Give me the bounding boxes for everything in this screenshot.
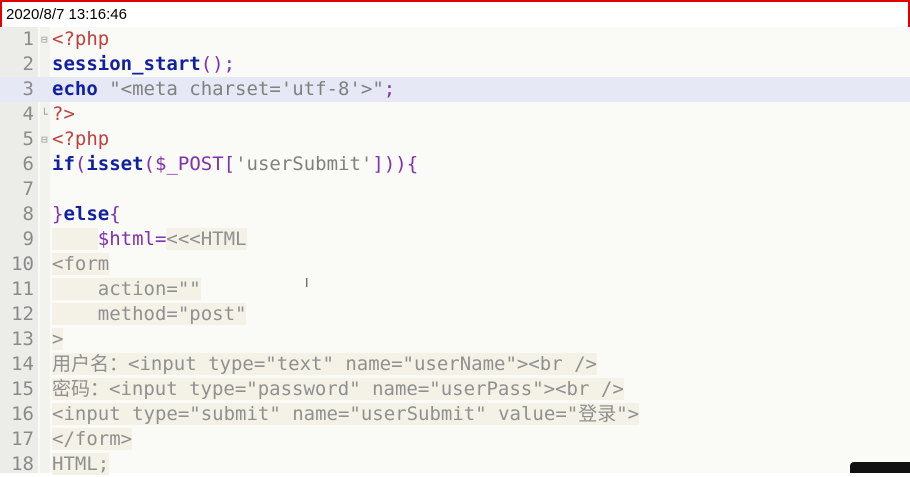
code-text[interactable]: <form <box>52 252 110 277</box>
code-token: method="post" <box>52 303 247 325</box>
code-token: ?> <box>52 103 75 125</box>
code-token: session_start <box>52 53 201 75</box>
line-number: 7 <box>22 178 34 200</box>
code-text[interactable]: $html=<<<HTML <box>52 227 247 252</box>
code-token: > <box>52 328 64 350</box>
line-number: 4 <box>22 103 34 125</box>
line-number: 18 <box>11 453 34 475</box>
line-number: 9 <box>22 228 34 250</box>
code-text[interactable]: > <box>52 327 64 352</box>
code-token: ( <box>143 153 155 175</box>
code-token: { <box>109 203 121 225</box>
code-token: <<<HTML <box>166 228 247 250</box>
line-number: 1 <box>22 28 34 50</box>
code-line[interactable]: 16 <input type="submit" name="userSubmit"… <box>0 402 910 427</box>
code-line[interactable]: 8}else{ <box>0 202 910 227</box>
code-line[interactable]: 6 if(isset($_POST['userSubmit'])){ <box>0 152 910 177</box>
code-line[interactable]: 13 > <box>0 327 910 352</box>
text-cursor-icon: I <box>305 276 309 290</box>
code-token: = <box>154 228 167 250</box>
code-line[interactable]: 4 └ ?> <box>0 102 910 127</box>
code-token <box>52 228 98 250</box>
fold-toggle-icon[interactable]: ⊟ <box>41 127 48 152</box>
code-token: if <box>52 153 75 175</box>
line-number: 6 <box>22 153 34 175</box>
line-number: 15 <box>11 378 34 400</box>
code-token: $html <box>97 228 155 250</box>
code-line[interactable]: 18 HTML; <box>0 452 910 477</box>
code-token: action="" <box>52 278 201 300</box>
fold-toggle-icon[interactable]: ⊟ <box>41 27 48 52</box>
code-token: } <box>52 203 64 225</box>
code-token: isset <box>86 153 144 175</box>
code-line[interactable]: 9 $html=<<<HTML <box>0 227 910 252</box>
overlay-badge <box>850 462 910 473</box>
code-text[interactable]: method="post" <box>52 302 247 327</box>
code-line[interactable]: 5 ⊟ <?php <box>0 127 910 152</box>
code-line[interactable]: 10 <form <box>0 252 910 277</box>
code-text[interactable]: action="" <box>52 277 201 302</box>
code-line[interactable]: 15 密码：<input type="password" name="userPa… <box>0 377 910 402</box>
code-text[interactable]: <?php <box>52 27 109 52</box>
timestamp-text: 2020/8/7 13:16:46 <box>6 6 127 23</box>
code-line[interactable]: 3 echo "<meta charset='utf-8'>"; <box>0 77 910 102</box>
code-text[interactable]: if(isset($_POST['userSubmit'])){ <box>52 152 418 177</box>
line-number: 16 <box>11 403 34 425</box>
code-token: ; <box>383 78 396 100</box>
fold-toggle-icon[interactable]: └ <box>41 102 48 127</box>
line-number: 8 <box>22 203 34 225</box>
code-token: (); <box>200 53 236 75</box>
code-text[interactable]: <input type="submit" name="userSubmit" v… <box>52 402 640 427</box>
code-line[interactable]: 2 session_start(); <box>0 52 910 77</box>
line-number: 3 <box>22 78 34 100</box>
code-text[interactable]: HTML; <box>52 452 110 477</box>
code-text[interactable]: 用户名：<input type="text" name="userName"><… <box>52 352 597 377</box>
code-text[interactable]: </form> <box>52 427 133 452</box>
code-line[interactable]: 17 </form> <box>0 427 910 452</box>
code-text[interactable]: 密码：<input type="password" name="userPass… <box>52 377 624 402</box>
code-token: <?php <box>52 28 110 50</box>
code-text[interactable]: ?> <box>52 102 75 127</box>
code-token: HTML; <box>52 453 110 475</box>
code-text[interactable]: session_start(); <box>52 52 235 77</box>
line-number: 10 <box>11 253 34 275</box>
line-number: 17 <box>11 428 34 450</box>
code-token: </form> <box>52 428 133 450</box>
code-line[interactable]: 7 <box>0 177 910 202</box>
code-token: $_POST <box>155 153 224 175</box>
code-line[interactable]: 1 ⊟ <?php <box>0 27 910 52</box>
line-number: 2 <box>22 53 34 75</box>
line-number: 5 <box>22 128 34 150</box>
line-number: 12 <box>11 303 34 325</box>
code-token: "<meta charset='utf-8'>" <box>109 78 384 100</box>
code-text[interactable]: echo "<meta charset='utf-8'>"; <box>52 77 395 102</box>
code-token: ])){ <box>372 153 419 175</box>
code-token: <input type="submit" name="userSubmit" v… <box>52 403 640 425</box>
code-token: <form <box>52 253 110 275</box>
line-number: 13 <box>11 328 34 350</box>
code-token: echo <box>52 78 98 100</box>
code-token: ( <box>74 153 87 175</box>
code-editor[interactable]: 1 ⊟ <?php 2 session_start(); 3 echo "<meta cha… <box>0 27 910 475</box>
code-text[interactable]: <?php <box>52 127 109 152</box>
code-token: 用户名：<input type="text" name="userName"><… <box>52 353 597 375</box>
code-token: 'userSubmit' <box>235 153 373 175</box>
code-token: <?php <box>52 128 110 150</box>
code-line[interactable]: 11 action="" <box>0 277 910 302</box>
code-line[interactable]: 12 method="post" <box>0 302 910 327</box>
code-token: else <box>63 203 110 225</box>
code-text[interactable]: }else{ <box>52 202 121 227</box>
code-token: [ <box>223 153 236 175</box>
code-token: 密码：<input type="password" name="userPass… <box>52 378 624 400</box>
code-line[interactable]: 14 用户名：<input type="text" name="userName"… <box>0 352 910 377</box>
line-number: 14 <box>11 353 34 375</box>
timestamp-bar: 2020/8/7 13:16:46 <box>0 0 910 30</box>
line-number: 11 <box>11 278 34 300</box>
